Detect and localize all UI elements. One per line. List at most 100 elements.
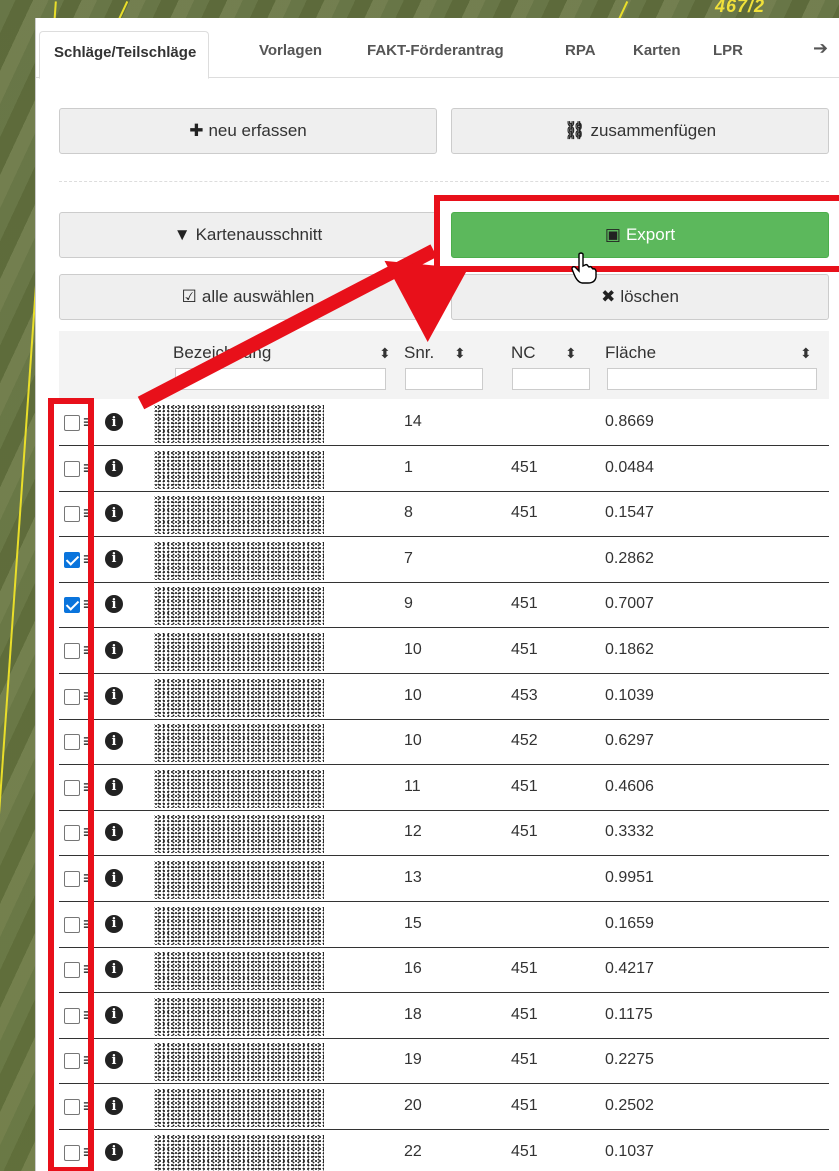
info-icon[interactable]: i <box>105 413 123 431</box>
cell-flaeche: 0.1039 <box>605 686 654 704</box>
cell-nc: 451 <box>511 458 538 476</box>
column-header-nc[interactable]: NC <box>511 343 536 363</box>
table-row[interactable]: ≡ i 20 451 0.2502 <box>59 1085 829 1130</box>
redacted-name <box>154 405 324 443</box>
tab-vorlagen[interactable]: Vorlagen <box>259 42 322 59</box>
export-button-highlight <box>434 195 839 272</box>
table-row[interactable]: ≡ i 13 0.9951 <box>59 857 829 902</box>
redacted-name <box>154 633 324 671</box>
table-row[interactable]: ≡ i 8 451 0.1547 <box>59 492 829 538</box>
arrow-right-icon[interactable]: ➔ <box>813 38 828 59</box>
info-icon[interactable]: i <box>105 686 123 705</box>
cell-flaeche: 0.8669 <box>605 413 654 430</box>
table-row[interactable]: ≡ i 12 451 0.3332 <box>59 811 829 857</box>
tab-lpr[interactable]: LPR <box>713 42 743 59</box>
table-row[interactable]: ≡ i 19 451 0.2275 <box>59 1039 829 1085</box>
info-icon[interactable]: i <box>105 960 123 979</box>
table-row[interactable]: ≡ i 1 451 0.0484 <box>59 447 829 492</box>
redacted-name <box>154 587 324 626</box>
cell-flaeche: 0.2275 <box>605 1051 654 1069</box>
field-list-panel: Schläge/Teilschläge Vorlagen FAKT-Förder… <box>35 18 839 1171</box>
tab-bar: Schläge/Teilschläge Vorlagen FAKT-Förder… <box>36 18 839 79</box>
times-icon: ✖ <box>601 287 616 306</box>
info-icon[interactable]: i <box>105 823 123 842</box>
sort-icon[interactable]: ⬍ <box>454 345 466 362</box>
cell-nc: 451 <box>511 1005 538 1023</box>
cell-snr: 1 <box>404 458 413 476</box>
sort-icon[interactable]: ⬍ <box>379 345 391 362</box>
info-icon[interactable]: i <box>105 549 123 568</box>
info-icon[interactable]: i <box>105 914 123 933</box>
cell-snr: 20 <box>404 1097 422 1114</box>
checkbox-column-highlight <box>48 398 94 1171</box>
table-row[interactable]: ≡ i 16 451 0.4217 <box>59 948 829 994</box>
info-icon[interactable]: i <box>105 1097 123 1115</box>
select-all-label: alle auswählen <box>201 287 315 306</box>
info-icon[interactable]: i <box>105 641 123 659</box>
filter-input-snr[interactable] <box>405 368 483 390</box>
cell-snr: 18 <box>404 1005 422 1023</box>
table-row[interactable]: ≡ i 10 452 0.6297 <box>59 720 829 766</box>
info-icon[interactable]: i <box>105 777 123 796</box>
info-icon[interactable]: i <box>105 1051 123 1070</box>
filter-icon: ▼ <box>173 225 191 244</box>
info-icon[interactable]: i <box>105 869 123 887</box>
info-icon[interactable]: i <box>105 1142 123 1161</box>
table-row[interactable]: ≡ i 14 0.8669 <box>59 401 829 446</box>
column-header-snr[interactable]: Snr. <box>404 343 434 363</box>
tab-rpa[interactable]: RPA <box>565 42 596 59</box>
map-section-filter-button[interactable]: ▼ Kartenausschnitt <box>59 212 437 258</box>
cell-flaeche: 0.2502 <box>605 1097 654 1114</box>
delete-label: löschen <box>620 287 679 306</box>
redacted-name <box>154 678 324 717</box>
table-row[interactable]: ≡ i 9 451 0.7007 <box>59 583 829 629</box>
cell-snr: 10 <box>404 686 422 704</box>
filter-input-flaeche[interactable] <box>607 368 817 390</box>
cell-flaeche: 0.9951 <box>605 869 654 886</box>
info-icon[interactable]: i <box>105 595 123 614</box>
redacted-name <box>154 450 324 489</box>
redacted-name <box>154 1043 324 1082</box>
cell-snr: 14 <box>404 413 422 430</box>
redacted-name <box>154 1134 324 1171</box>
new-entry-button[interactable]: ✚ neu erfassen <box>59 108 437 154</box>
table-row[interactable]: ≡ i 11 451 0.4606 <box>59 766 829 811</box>
tab-karten[interactable]: Karten <box>633 42 681 59</box>
cell-snr: 16 <box>404 960 422 978</box>
sort-icon[interactable]: ⬍ <box>800 345 812 362</box>
cell-flaeche: 0.2862 <box>605 549 654 567</box>
cell-nc: 451 <box>511 1142 538 1160</box>
table-row[interactable]: ≡ i 15 0.1659 <box>59 903 829 948</box>
table-row[interactable]: ≡ i 10 451 0.1862 <box>59 629 829 674</box>
redacted-name <box>154 724 324 763</box>
cell-snr: 19 <box>404 1051 422 1069</box>
cell-flaeche: 0.4217 <box>605 960 654 978</box>
info-icon[interactable]: i <box>105 458 123 477</box>
cell-flaeche: 0.1037 <box>605 1142 654 1160</box>
cell-snr: 15 <box>404 914 422 932</box>
filter-input-nc[interactable] <box>512 368 590 390</box>
merge-icon: ⛓ <box>563 121 586 140</box>
delete-button[interactable]: ✖ löschen <box>451 274 829 320</box>
redacted-name <box>154 861 324 899</box>
redacted-name <box>154 541 324 580</box>
info-icon[interactable]: i <box>105 504 123 523</box>
info-icon[interactable]: i <box>105 1005 123 1024</box>
merge-button[interactable]: ⛓ zusammenfügen <box>451 108 829 154</box>
table-row[interactable]: ≡ i 22 451 0.1037 <box>59 1131 829 1171</box>
tab-fakt-foerderantrag[interactable]: FAKT-Förderantrag <box>367 42 504 59</box>
redacted-name <box>154 815 324 854</box>
cell-flaeche: 0.3332 <box>605 823 654 841</box>
cell-flaeche: 0.6297 <box>605 732 654 750</box>
cell-nc: 451 <box>511 595 538 613</box>
info-icon[interactable]: i <box>105 732 123 751</box>
sort-icon[interactable]: ⬍ <box>565 345 577 362</box>
tab-schlaege[interactable]: Schläge/Teilschläge <box>39 31 210 79</box>
column-header-flaeche[interactable]: Fläche <box>605 343 656 363</box>
cell-snr: 12 <box>404 823 422 841</box>
table-row[interactable]: ≡ i 10 453 0.1039 <box>59 675 829 720</box>
cell-flaeche: 0.1547 <box>605 504 654 522</box>
table-row[interactable]: ≡ i 18 451 0.1175 <box>59 994 829 1039</box>
redacted-name <box>154 1089 324 1127</box>
table-row[interactable]: ≡ i 7 0.2862 <box>59 538 829 583</box>
